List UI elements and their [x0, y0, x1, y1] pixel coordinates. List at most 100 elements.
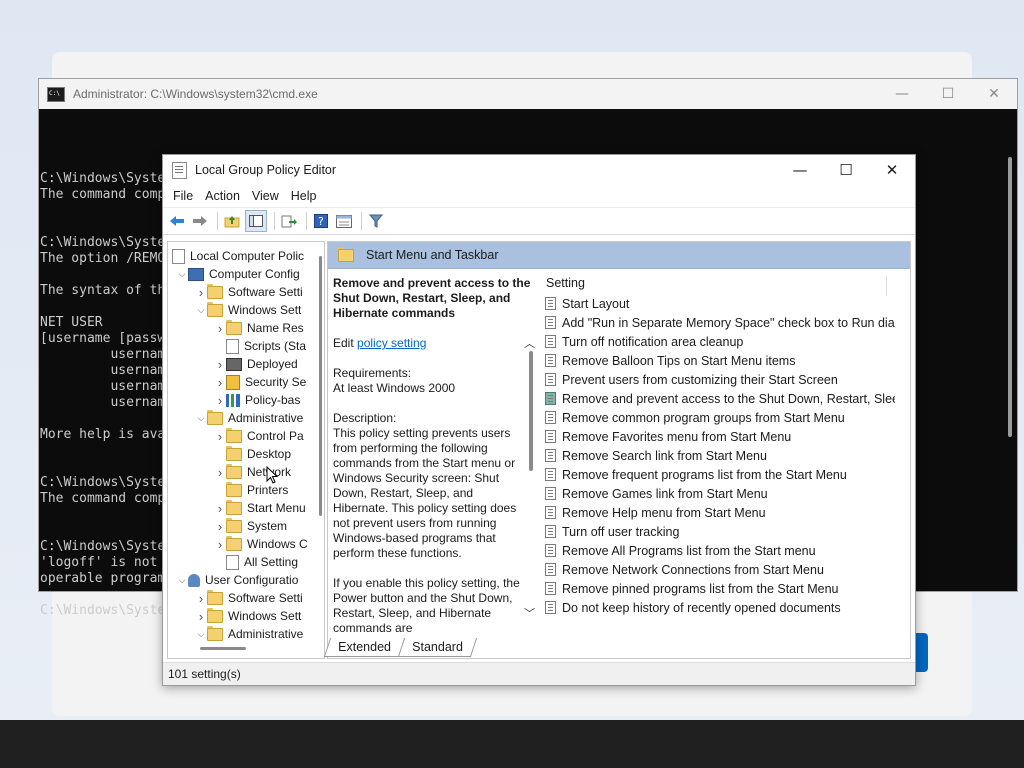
- tree-node[interactable]: ⌵ Administrative: [195, 409, 303, 427]
- folder-icon: [207, 589, 223, 605]
- details-header-title: Start Menu and Taskbar: [366, 248, 499, 262]
- tree-pane[interactable]: Local Computer Polic ⌵ Computer Config › Sof…: [167, 241, 325, 659]
- tab-extended[interactable]: Extended: [323, 638, 405, 657]
- forward-arrow-icon[interactable]: [190, 211, 210, 231]
- edit-prefix: Edit: [333, 336, 358, 350]
- menu-action[interactable]: Action: [199, 189, 246, 203]
- setting-label: Remove Games link from Start Menu: [562, 486, 768, 501]
- setting-row[interactable]: Prevent users from customizing their Sta…: [545, 370, 895, 389]
- gpedit-minimize-button[interactable]: —: [777, 155, 823, 185]
- description-scroll-thumb[interactable]: [529, 351, 533, 471]
- tree-node[interactable]: › Software Setti: [195, 589, 303, 607]
- setting-row[interactable]: Remove All Programs list from the Start …: [545, 541, 895, 560]
- tree-node[interactable]: ⌵ User Configuratio: [176, 571, 299, 589]
- gpedit-titlebar[interactable]: Local Group Policy Editor — ☐ ✕: [163, 155, 915, 185]
- tree-node[interactable]: › Windows Sett: [195, 607, 301, 625]
- setting-row[interactable]: Remove frequent programs list from the S…: [545, 465, 895, 484]
- tree-hscrollbar[interactable]: [200, 647, 246, 650]
- setting-row[interactable]: Remove and prevent access to the Shut Do…: [545, 389, 895, 408]
- description-panel: Remove and prevent access to the Shut Do…: [333, 276, 531, 634]
- setting-row[interactable]: Remove Search link from Start Menu: [545, 446, 895, 465]
- chevron-right-icon[interactable]: ›: [214, 375, 226, 390]
- scroll-down-arrow-icon[interactable]: ﹀: [524, 605, 535, 621]
- tree-scrollbar[interactable]: [319, 256, 322, 516]
- chevron-right-icon[interactable]: ›: [214, 393, 226, 408]
- tree-node[interactable]: › Deployed: [214, 355, 298, 373]
- setting-row[interactable]: Turn off notification area cleanup: [545, 332, 895, 351]
- chevron-right-icon[interactable]: ›: [214, 465, 226, 480]
- gpedit-maximize-button[interactable]: ☐: [823, 155, 869, 185]
- tree-node[interactable]: ⌵ Windows Sett: [195, 301, 301, 319]
- cmd-scrollbar[interactable]: [1001, 109, 1017, 591]
- details-header: Start Menu and Taskbar: [328, 242, 910, 269]
- chevron-down-icon[interactable]: ⌵: [195, 413, 207, 424]
- tree-node-label: Control Pa: [247, 429, 304, 443]
- setting-row[interactable]: Remove Games link from Start Menu: [545, 484, 895, 503]
- properties-icon[interactable]: [334, 211, 354, 231]
- chevron-right-icon[interactable]: ›: [195, 285, 207, 300]
- setting-row[interactable]: Remove Help menu from Start Menu: [545, 503, 895, 522]
- chevron-down-icon[interactable]: ⌵: [195, 629, 207, 640]
- gpedit-close-button[interactable]: ✕: [869, 155, 915, 185]
- cmd-scroll-thumb[interactable]: [1008, 157, 1012, 437]
- tree-node[interactable]: › Software Setti: [195, 283, 303, 301]
- tree-node[interactable]: ⌵ Computer Config: [176, 265, 300, 283]
- setting-row[interactable]: Remove common program groups from Start …: [545, 408, 895, 427]
- setting-row[interactable]: Turn off user tracking: [545, 522, 895, 541]
- setting-row[interactable]: Remove Favorites menu from Start Menu: [545, 427, 895, 446]
- back-arrow-icon[interactable]: [167, 211, 187, 231]
- cmd-titlebar[interactable]: Administrator: C:\Windows\system32\cmd.e…: [39, 79, 1017, 109]
- chevron-right-icon[interactable]: ›: [195, 591, 207, 606]
- show-hide-tree-icon[interactable]: [245, 210, 267, 232]
- chevron-right-icon[interactable]: ›: [195, 609, 207, 624]
- tree-node[interactable]: ⌵ Administrative: [195, 625, 303, 643]
- tree-node[interactable]: › Start Menu: [214, 499, 306, 517]
- toolbar-separator: [217, 212, 218, 230]
- chevron-right-icon[interactable]: ›: [214, 429, 226, 444]
- menu-file[interactable]: File: [167, 189, 199, 203]
- setting-column-header[interactable]: Setting: [546, 276, 585, 290]
- tree-node[interactable]: › Control Pa: [214, 427, 304, 445]
- tree-node[interactable]: Scripts (Sta: [214, 337, 306, 355]
- setting-row[interactable]: Start Layout: [545, 294, 895, 313]
- tree-node[interactable]: › Policy-bas: [214, 391, 301, 409]
- export-list-icon[interactable]: [279, 211, 299, 231]
- setting-row[interactable]: Remove Balloon Tips on Start Menu items: [545, 351, 895, 370]
- help-icon[interactable]: ?: [311, 211, 331, 231]
- filter-icon[interactable]: [366, 211, 386, 231]
- setting-row[interactable]: Add "Run in Separate Memory Space" check…: [545, 313, 895, 332]
- tab-standard[interactable]: Standard: [397, 638, 477, 657]
- tree-node[interactable]: › System: [214, 517, 287, 535]
- tree-node[interactable]: ›Network: [214, 463, 291, 481]
- description-text: This policy setting prevents users from …: [333, 426, 517, 560]
- cmd-maximize-button[interactable]: ☐: [925, 79, 971, 109]
- cmd-close-button[interactable]: ✕: [971, 79, 1017, 109]
- tree-node[interactable]: › Windows C: [214, 535, 308, 553]
- setting-row[interactable]: Do not keep history of recently opened d…: [545, 598, 895, 617]
- tree-node-label: Policy-bas: [245, 393, 301, 407]
- setting-row[interactable]: Remove Network Connections from Start Me…: [545, 560, 895, 579]
- tree-node[interactable]: › Name Res: [214, 319, 304, 337]
- tree-node[interactable]: › Security Se: [214, 373, 306, 391]
- edit-policy-link[interactable]: policy setting: [357, 336, 426, 350]
- chevron-right-icon[interactable]: ›: [214, 321, 226, 336]
- cmd-minimize-button[interactable]: —: [879, 79, 925, 109]
- scroll-up-arrow-icon[interactable]: ︿: [524, 335, 535, 351]
- chevron-down-icon[interactable]: ⌵: [195, 305, 207, 316]
- chevron-right-icon[interactable]: ›: [214, 501, 226, 516]
- description-scrollbar[interactable]: ︿ ﹀: [524, 335, 538, 625]
- menu-help[interactable]: Help: [285, 189, 323, 203]
- chevron-right-icon[interactable]: ›: [214, 519, 226, 534]
- chevron-right-icon[interactable]: ›: [214, 357, 226, 372]
- chevron-down-icon[interactable]: ⌵: [176, 269, 188, 280]
- chevron-right-icon[interactable]: ›: [214, 537, 226, 552]
- setting-row[interactable]: Remove pinned programs list from the Sta…: [545, 579, 895, 598]
- column-divider[interactable]: [886, 276, 887, 296]
- tree-node[interactable]: Local Computer Polic: [172, 247, 304, 265]
- up-folder-icon[interactable]: [222, 211, 242, 231]
- tree-node-label: Printers: [247, 483, 289, 497]
- chevron-down-icon[interactable]: ⌵: [176, 575, 188, 586]
- menu-view[interactable]: View: [246, 189, 285, 203]
- tree-node[interactable]: Desktop: [214, 445, 291, 463]
- tree-node[interactable]: All Setting: [214, 553, 298, 571]
